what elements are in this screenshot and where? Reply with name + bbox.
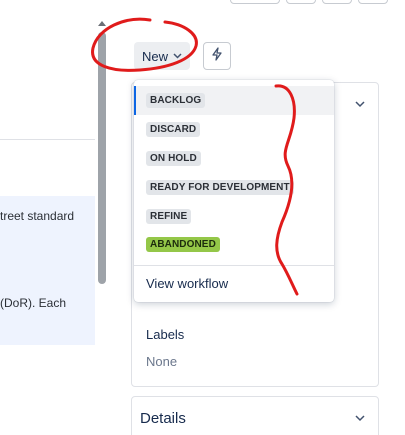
status-dropdown-menu: BACKLOG DISCARD ON HOLD READY FOR DEVELO… [134,80,334,302]
status-lozenge: REFINE [146,209,192,224]
status-lozenge: ON HOLD [146,151,201,166]
lightning-bolt-icon [211,46,223,66]
status-lozenge: ABANDONED [146,237,220,252]
status-lozenge: BACKLOG [146,93,206,108]
status-option-discard[interactable]: DISCARD [134,115,334,144]
status-option-ready-for-development[interactable]: READY FOR DEVELOPMENT [134,173,334,202]
description-text-line: (DoR). Each [0,296,67,310]
menu-divider [134,265,334,266]
status-option-refine[interactable]: REFINE [134,202,334,231]
status-lozenge: READY FOR DEVELOPMENT [146,180,294,195]
scroll-up-arrow-icon[interactable] [98,21,106,26]
toolbar-button[interactable] [230,0,280,4]
description-text-line: treet standard [0,209,75,223]
section-divider [0,139,95,140]
details-section-title: Details [140,410,186,427]
collapse-chevron-icon[interactable] [355,97,365,111]
status-option-backlog[interactable]: BACKLOG [134,86,334,115]
toolbar-button[interactable] [286,0,316,4]
labels-field-title: Labels [146,327,185,342]
status-lozenge: DISCARD [146,122,201,137]
scrollbar-thumb[interactable] [98,32,106,284]
chevron-down-icon [173,51,182,62]
status-dropdown-button[interactable]: New [134,42,190,70]
toolbar-button[interactable] [358,0,388,4]
view-workflow-link[interactable]: View workflow [134,270,334,297]
expand-chevron-icon[interactable] [355,411,365,425]
automation-button[interactable] [203,42,231,70]
status-option-abandoned[interactable]: ABANDONED [134,230,334,259]
status-option-on-hold[interactable]: ON HOLD [134,144,334,173]
status-label: New [142,48,169,64]
toolbar-button[interactable] [322,0,352,4]
app-window: treet standard (DoR). Each New Labels No… [0,0,405,435]
labels-field-value[interactable]: None [146,354,177,369]
